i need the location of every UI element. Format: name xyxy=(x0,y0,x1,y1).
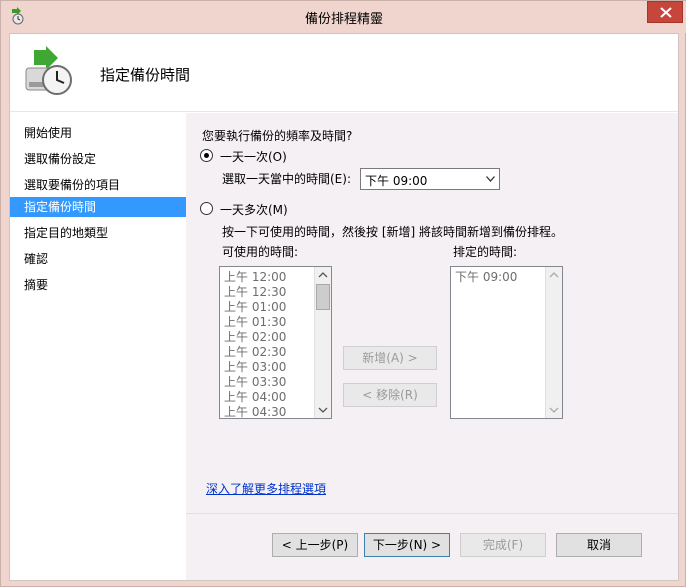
next-button[interactable]: 下一步(N) > xyxy=(364,533,450,557)
nav-item-backup-config[interactable]: 選取備份設定 xyxy=(10,149,186,169)
time-select[interactable]: 下午 09:00 xyxy=(360,168,500,190)
backup-clock-icon xyxy=(25,46,72,95)
nav-item-confirm[interactable]: 確認 xyxy=(10,249,186,269)
available-times-list[interactable]: 上午 12:00 上午 12:30 上午 01:00 上午 01:30 上午 0… xyxy=(219,266,332,419)
remove-time-button[interactable]: < 移除(R) xyxy=(343,383,437,407)
scheduled-times-list[interactable]: 下午 09:00 xyxy=(450,266,563,419)
list-item[interactable]: 上午 04:30 xyxy=(224,403,286,418)
list-item[interactable]: 下午 09:00 xyxy=(455,268,517,285)
chevron-down-icon xyxy=(486,176,495,182)
scheduled-list-scrollbar[interactable] xyxy=(545,267,562,418)
scroll-thumb[interactable] xyxy=(316,284,330,310)
learn-more-link[interactable]: 深入了解更多排程選項 xyxy=(206,480,326,497)
wizard-nav: 開始使用 選取備份設定 選取要備份的項目 指定備份時間 指定目的地類型 確認 摘… xyxy=(10,113,186,580)
select-time-label: 選取一天當中的時間(E): xyxy=(222,172,351,186)
close-button[interactable] xyxy=(647,1,683,23)
page-title: 指定備份時間 xyxy=(100,66,191,84)
once-daily-radio[interactable] xyxy=(200,149,213,162)
multiple-hint: 按一下可使用的時間，然後按 [新增] 將該時間新增到備份排程。 xyxy=(222,225,563,239)
nav-item-destination-type[interactable]: 指定目的地類型 xyxy=(10,223,186,243)
nav-item-summary[interactable]: 摘要 xyxy=(10,275,186,295)
window-title: 備份排程精靈 xyxy=(304,12,383,27)
multiple-daily-label[interactable]: 一天多次(M) xyxy=(220,201,288,218)
nav-item-getting-started[interactable]: 開始使用 xyxy=(10,123,186,143)
add-time-button[interactable]: 新增(A) > xyxy=(343,346,437,370)
once-daily-label[interactable]: 一天一次(O) xyxy=(220,148,287,165)
wizard-footer: < 上一步(P) 下一步(N) > 完成(F) 取消 xyxy=(186,513,678,580)
time-select-value: 下午 09:00 xyxy=(365,174,428,188)
wizard-window: 備份排程精靈 指定備份時間 開始使用 選取備份設定 選取要備份的項目 指定備份時… xyxy=(0,0,686,587)
scroll-down-icon[interactable] xyxy=(546,402,562,418)
multiple-daily-radio[interactable] xyxy=(200,202,213,215)
nav-item-backup-time[interactable]: 指定備份時間 xyxy=(10,197,186,217)
title-bar: 備份排程精靈 xyxy=(1,1,686,33)
content-pane: 您要執行備份的頻率及時間? 一天一次(O) 選取一天當中的時間(E): 下午 0… xyxy=(186,113,678,513)
finish-button[interactable]: 完成(F) xyxy=(460,533,546,557)
nav-item-select-items[interactable]: 選取要備份的項目 xyxy=(10,175,186,195)
frequency-question: 您要執行備份的頻率及時間? xyxy=(202,129,353,143)
available-times-label: 可使用的時間: xyxy=(222,245,299,259)
available-list-scrollbar[interactable] xyxy=(314,267,331,418)
close-icon xyxy=(660,7,672,18)
scroll-down-icon[interactable] xyxy=(315,402,331,418)
scroll-up-icon[interactable] xyxy=(546,267,562,283)
back-button[interactable]: < 上一步(P) xyxy=(272,533,358,557)
scheduled-times-label: 排定的時間: xyxy=(453,245,518,259)
wizard-header: 指定備份時間 xyxy=(10,34,678,112)
cancel-button[interactable]: 取消 xyxy=(556,533,642,557)
client-area: 指定備份時間 開始使用 選取備份設定 選取要備份的項目 指定備份時間 指定目的地… xyxy=(9,33,679,581)
scroll-up-icon[interactable] xyxy=(315,267,331,283)
